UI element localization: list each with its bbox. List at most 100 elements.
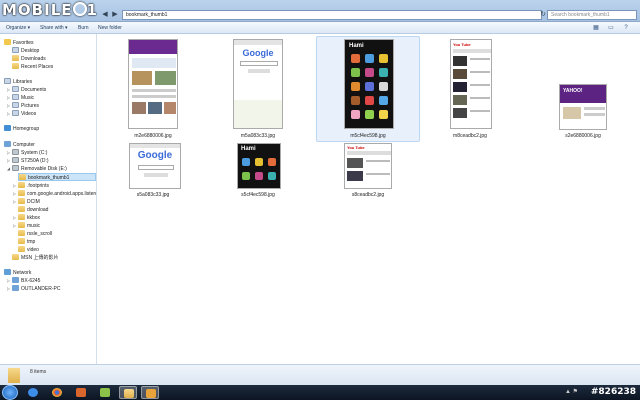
file-item[interactable]: m2e6880006.jpg xyxy=(103,36,203,144)
expand-arrow-icon[interactable]: ▷ xyxy=(13,182,16,190)
expand-arrow-icon[interactable]: ▷ xyxy=(7,149,10,157)
address-bar[interactable]: bookmark_thumb1 xyxy=(122,10,542,20)
sidebar-item-outlander-pc[interactable]: ▷ OUTLANDER-PC xyxy=(7,285,60,293)
network-header[interactable]: Network xyxy=(4,269,31,277)
folder-label: kkbox xyxy=(27,215,41,221)
video-thumb xyxy=(453,108,467,118)
sidebar-item-removable-disk-e[interactable]: ◢ Removable Disk (E:) xyxy=(7,165,67,173)
expand-arrow-icon[interactable]: ▷ xyxy=(7,285,10,293)
taskbar-media-icon[interactable] xyxy=(141,386,159,399)
sidebar-item-system-c[interactable]: ▷ System (C:) xyxy=(7,149,47,157)
search-input[interactable]: Search bookmark_thumb1 xyxy=(547,10,637,20)
view-options-icon[interactable]: ▦ xyxy=(592,24,600,32)
taskbar-ie-icon[interactable] xyxy=(24,386,42,399)
computer-icon xyxy=(12,285,19,291)
start-button-icon[interactable] xyxy=(2,385,18,400)
file-item[interactable]: Google s5a083c33.jpg xyxy=(103,141,203,201)
expand-arrow-icon[interactable]: ▷ xyxy=(7,94,10,102)
sidebar-item-st250a-d[interactable]: ▷ ST250A (D:) xyxy=(7,157,49,165)
taskbar-chrome-icon[interactable] xyxy=(48,386,66,399)
help-icon[interactable]: ? xyxy=(622,24,630,32)
expand-arrow-icon[interactable]: ▷ xyxy=(13,190,16,198)
yahoo-photo xyxy=(132,102,146,114)
youtube-logo: You Tube xyxy=(453,42,471,47)
expand-arrow-icon[interactable]: ▷ xyxy=(13,198,16,206)
file-item[interactable]: You Tube s8ceadbc2.jpg xyxy=(318,141,418,201)
expand-arrow-icon[interactable]: ▷ xyxy=(13,214,16,222)
yahoo-photo xyxy=(148,102,162,114)
sidebar-item-homegroup[interactable]: Homegroup xyxy=(4,125,39,133)
sidebar-item-label: Videos xyxy=(21,111,37,117)
file-item[interactable]: You Tube m8ceadbc2.jpg xyxy=(420,36,520,144)
folder-icon xyxy=(8,368,20,383)
sidebar-item-recent-places[interactable]: Recent Places xyxy=(12,63,53,71)
file-name: m5cf4ec598.jpg xyxy=(350,133,386,139)
computer-header[interactable]: Computer xyxy=(4,141,35,149)
folder-dcim[interactable]: ▷ DCIM xyxy=(13,198,40,206)
expand-arrow-icon[interactable]: ▷ xyxy=(13,222,16,230)
sidebar-item-videos[interactable]: ▷ Videos xyxy=(7,110,37,118)
folder-icon xyxy=(18,238,25,244)
folder-music[interactable]: ▷ music xyxy=(13,222,40,230)
thumbnail-google: Google xyxy=(233,39,283,129)
favorites-header[interactable]: Favorites xyxy=(4,39,34,47)
folder-footprints[interactable]: ▷ .footprints xyxy=(13,182,49,190)
file-item-selected[interactable]: Hami m5cf4ec598.jpg xyxy=(316,36,420,142)
app-icon xyxy=(379,68,388,77)
expand-arrow-icon[interactable]: ▷ xyxy=(7,277,10,285)
sidebar-item-bx-6245[interactable]: ▷ BX-6245 xyxy=(7,277,41,285)
sidebar-item-label: Music xyxy=(21,95,35,101)
tray-icons[interactable]: ▲ ⚑ xyxy=(565,388,578,395)
sidebar-item-music[interactable]: ▷ Music xyxy=(7,94,35,102)
pictures-icon xyxy=(12,102,19,108)
preview-pane-icon[interactable]: ▭ xyxy=(607,24,615,32)
file-item[interactable]: Hami s5cf4ec598.jpg xyxy=(208,141,308,201)
forward-icon[interactable]: ▶ xyxy=(110,10,120,20)
music-icon xyxy=(12,94,19,100)
burn-button[interactable]: Burn xyxy=(78,25,89,31)
taskbar-android-icon[interactable] xyxy=(96,386,114,399)
folder-label: rssle_scroll xyxy=(27,231,53,237)
sidebar-item-label: BX-6245 xyxy=(21,278,41,284)
expand-arrow-icon[interactable]: ▷ xyxy=(7,157,10,165)
app-icon xyxy=(76,388,86,397)
collapse-arrow-icon[interactable]: ◢ xyxy=(7,165,10,173)
thumbnail-youtube: You Tube xyxy=(450,39,492,129)
taskbar-app-icon[interactable] xyxy=(72,386,90,399)
sidebar-item-downloads[interactable]: Downloads xyxy=(12,55,46,63)
sidebar-item-documents[interactable]: ▷ Documents xyxy=(7,86,46,94)
expand-arrow-icon[interactable]: ▷ xyxy=(7,110,10,118)
folder-bookmark-thumb1[interactable]: bookmark_thumb1 xyxy=(18,173,96,181)
folder-com-google-android[interactable]: ▷ com.google.android.apps.listen xyxy=(13,190,96,198)
libraries-header[interactable]: Libraries xyxy=(4,78,32,86)
expand-arrow-icon[interactable]: ▷ xyxy=(7,102,10,110)
back-icon[interactable]: ◀ xyxy=(100,10,110,20)
sidebar-item-desktop[interactable]: Desktop xyxy=(12,47,39,55)
folder-download[interactable]: download xyxy=(18,206,48,214)
folder-tmp[interactable]: tmp xyxy=(18,238,35,246)
taskbar-explorer-icon[interactable] xyxy=(119,386,137,399)
expand-arrow-icon[interactable]: ▷ xyxy=(7,86,10,94)
sidebar-item-label: Downloads xyxy=(21,56,46,62)
file-item[interactable]: YAHOO! s2e6880006.jpg xyxy=(533,82,633,142)
folder-rssle-scroll[interactable]: rssle_scroll xyxy=(18,230,52,238)
file-name: s2e6880006.jpg xyxy=(565,133,601,139)
yahoo-text-line xyxy=(584,113,605,116)
google-footer xyxy=(234,100,282,128)
folder-video[interactable]: video xyxy=(18,246,39,254)
yahoo-photo xyxy=(132,71,152,85)
sidebar-item-msn-videos[interactable]: MSN 上傳的影片 xyxy=(12,254,59,262)
share-with-button[interactable]: Share with ▾ xyxy=(40,25,68,31)
file-item[interactable]: Google m5a083c33.jpg xyxy=(208,36,308,144)
network-icon xyxy=(4,269,11,275)
new-folder-button[interactable]: New folder xyxy=(98,25,122,31)
folder-kkbox[interactable]: ▷ kkbox xyxy=(13,214,41,222)
app-icon xyxy=(255,158,263,166)
mobile01-watermark: MOBILE 1 xyxy=(2,1,98,21)
sidebar-item-pictures[interactable]: ▷ Pictures xyxy=(7,102,39,110)
organize-button[interactable]: Organize ▾ xyxy=(6,25,30,31)
video-title-line xyxy=(366,173,390,175)
app-icon xyxy=(365,54,374,63)
library-icon xyxy=(4,78,11,84)
file-name: m2e6880006.jpg xyxy=(134,133,172,139)
